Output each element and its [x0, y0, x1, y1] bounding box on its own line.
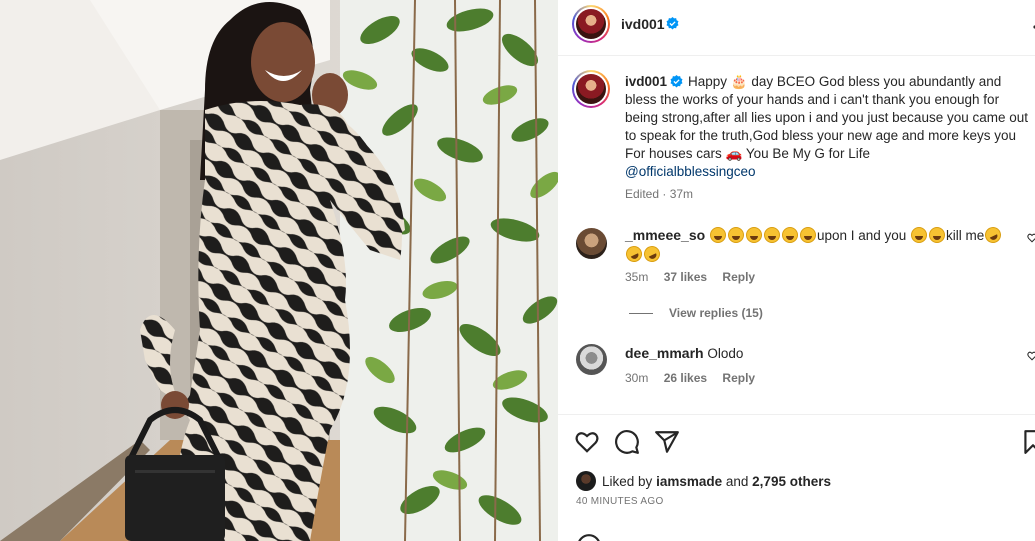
post-header: ivd001 [558, 0, 1035, 56]
liked-by-and: and [725, 474, 749, 489]
liked-by-user[interactable]: iamsmade [656, 474, 722, 489]
emoji-icon [982, 224, 1004, 246]
small-heart-icon[interactable] [1027, 350, 1035, 362]
more-options-icon[interactable] [1029, 17, 1035, 37]
emoji-icon [911, 227, 928, 243]
comment-text: _mmeee_so upon I and you kill me [623, 224, 1030, 265]
author-avatar[interactable] [572, 5, 610, 43]
emoji-icon [623, 243, 645, 265]
cake-emoji: 🎂 [730, 74, 748, 89]
comment-text: dee_mmarh Olodo [625, 344, 1030, 363]
commenter-username[interactable]: _mmeee_so [625, 227, 705, 243]
emoji-icon [929, 227, 946, 243]
post-photo-illustration [0, 0, 558, 541]
caption-meta: Edited · 37m [625, 187, 694, 201]
comment-meta: 30m 26 likes Reply [625, 371, 767, 385]
comment-icon[interactable] [614, 429, 640, 455]
commenter-avatar[interactable] [576, 228, 607, 259]
reply-button[interactable]: Reply [722, 371, 755, 385]
car-emoji: 🚗 [725, 146, 743, 161]
emoji-icon [745, 227, 762, 243]
view-replies-button[interactable]: View replies (15) [629, 306, 763, 320]
heart-icon[interactable] [574, 429, 600, 455]
liked-by-others[interactable]: 2,795 others [752, 474, 831, 489]
bookmark-icon[interactable] [1020, 429, 1035, 455]
commenter-username[interactable]: dee_mmarh [625, 345, 704, 361]
share-icon[interactable] [654, 429, 680, 455]
liker-avatar[interactable] [576, 471, 596, 491]
caption-author-avatar[interactable] [572, 70, 610, 108]
emoji-icon [799, 227, 816, 243]
emoji-picker-icon[interactable] [576, 533, 602, 541]
comment-text-tail: kill me [946, 228, 985, 243]
comment-time[interactable]: 35m [625, 270, 648, 284]
emoji-icon [781, 227, 798, 243]
post-side-panel: ivd001 ivd001 Happy 🎂 day BCEO God bless … [558, 0, 1035, 541]
post-timestamp[interactable]: 40 MINUTES AGO [576, 496, 664, 507]
comment-likes[interactable]: 26 likes [664, 371, 707, 385]
comment-text-part: upon I and you [816, 228, 907, 243]
small-heart-icon[interactable] [1027, 232, 1035, 244]
caption-mention-link[interactable]: @officialbblessingceo [625, 164, 756, 179]
emoji-icon [727, 227, 744, 243]
commenter-avatar[interactable] [576, 344, 607, 375]
emoji-icon [763, 227, 780, 243]
caption-text-end: You Be My G for Life [745, 146, 870, 161]
comment-time[interactable]: 30m [625, 371, 648, 385]
comment-body: Olodo [707, 346, 744, 361]
liked-by-prefix: Liked by [602, 474, 653, 489]
edited-label: Edited [625, 187, 660, 201]
reply-button[interactable]: Reply [722, 270, 755, 284]
comment-meta: 35m 37 likes Reply [625, 270, 767, 284]
comment-likes[interactable]: 37 likes [664, 270, 707, 284]
emoji-icon [641, 243, 663, 265]
post-photo[interactable] [0, 0, 558, 541]
caption-username[interactable]: ivd001 [625, 74, 667, 89]
caption-time[interactable]: 37m [670, 187, 693, 201]
verified-badge-icon [670, 75, 683, 88]
caption-text-start: Happy [688, 74, 728, 89]
emoji-icon [709, 227, 726, 243]
caption-text: ivd001 Happy 🎂 day BCEO God bless you abu… [625, 73, 1030, 181]
post-actions: Liked by iamsmade and 2,795 others 40 MI… [558, 414, 1035, 541]
author-username[interactable]: ivd001 [621, 16, 665, 32]
liked-by-summary: Liked by iamsmade and 2,795 others [576, 471, 831, 491]
verified-badge-icon [666, 17, 679, 30]
comments-section[interactable]: ivd001 Happy 🎂 day BCEO God bless you abu… [558, 57, 1035, 413]
